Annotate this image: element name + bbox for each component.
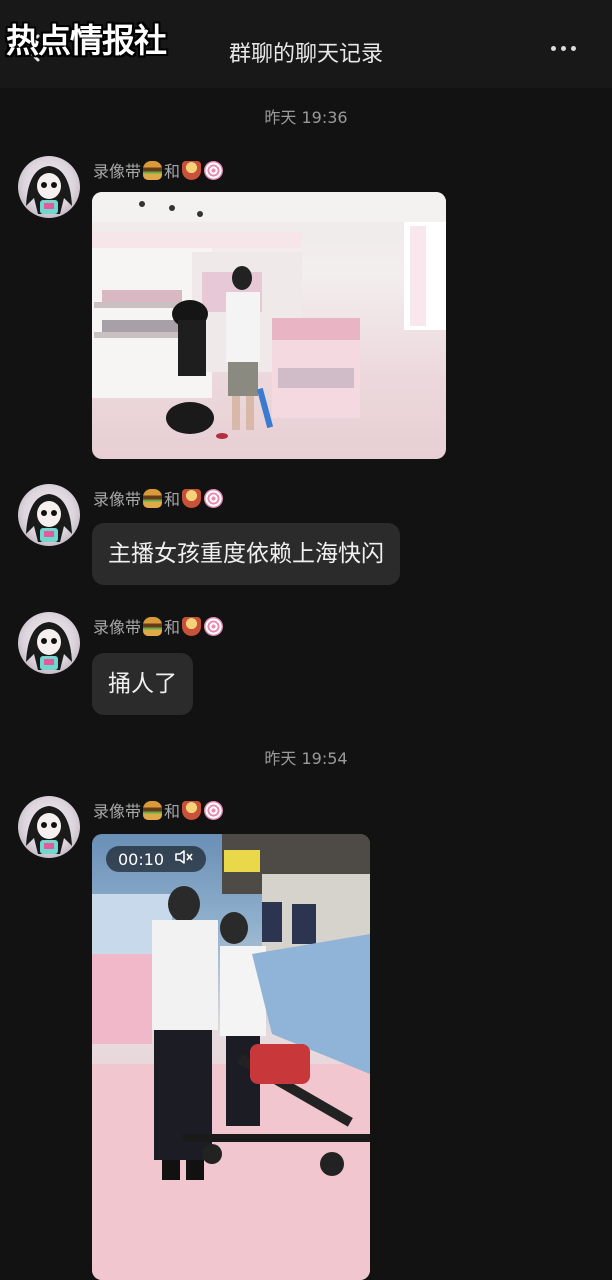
hamburger-emoji-icon: [143, 616, 163, 636]
hamburger-emoji-icon: [143, 800, 163, 820]
message-bubble[interactable]: 捅人了: [92, 653, 193, 715]
naruto-swirl-emoji-icon: [204, 800, 224, 820]
naruto-swirl-emoji-icon: [204, 160, 224, 180]
avatar[interactable]: [18, 156, 80, 218]
sender-name-text: 录像带: [93, 490, 142, 509]
ramen-emoji-icon: [182, 616, 202, 636]
sender-name-text: 和: [164, 802, 181, 821]
avatar[interactable]: [18, 484, 80, 546]
naruto-swirl-emoji-icon: [204, 616, 224, 636]
sender-name: 录像带 和: [93, 614, 224, 638]
video-message[interactable]: 00:10: [92, 834, 370, 1280]
sender-name-text: 和: [164, 162, 181, 181]
timestamp: 昨天 19:36: [264, 108, 348, 127]
more-dots-icon[interactable]: [551, 46, 576, 51]
sender-name-text: 和: [164, 490, 181, 509]
sender-name: 录像带 和: [93, 798, 224, 822]
top-bar: 热点情报社 群聊的聊天记录: [0, 0, 612, 88]
sender-name-text: 录像带: [93, 802, 142, 821]
video-duration: 00:10: [118, 849, 165, 869]
naruto-swirl-emoji-icon: [204, 488, 224, 508]
timestamp: 昨天 19:54: [264, 749, 348, 768]
message-bubble[interactable]: 主播女孩重度依赖上海快闪: [92, 523, 400, 585]
hamburger-emoji-icon: [143, 488, 163, 508]
chat-history-screen: 热点情报社 群聊的聊天记录 昨天 19:36 录像带 和 录像带 和 主播女孩重…: [0, 0, 612, 1280]
sender-name: 录像带 和: [93, 486, 224, 510]
hamburger-emoji-icon: [143, 160, 163, 180]
sender-name-text: 录像带: [93, 162, 142, 181]
avatar[interactable]: [18, 612, 80, 674]
image-message[interactable]: [92, 192, 446, 459]
sender-name-text: 录像带: [93, 618, 142, 637]
sender-name-text: 和: [164, 618, 181, 637]
muted-speaker-icon[interactable]: [174, 849, 194, 869]
ramen-emoji-icon: [182, 488, 202, 508]
avatar[interactable]: [18, 796, 80, 858]
ramen-emoji-icon: [182, 800, 202, 820]
sender-name: 录像带 和: [93, 158, 224, 182]
watermark-text: 热点情报社: [6, 21, 167, 60]
ramen-emoji-icon: [182, 160, 202, 180]
video-duration-badge: 00:10: [106, 846, 207, 872]
